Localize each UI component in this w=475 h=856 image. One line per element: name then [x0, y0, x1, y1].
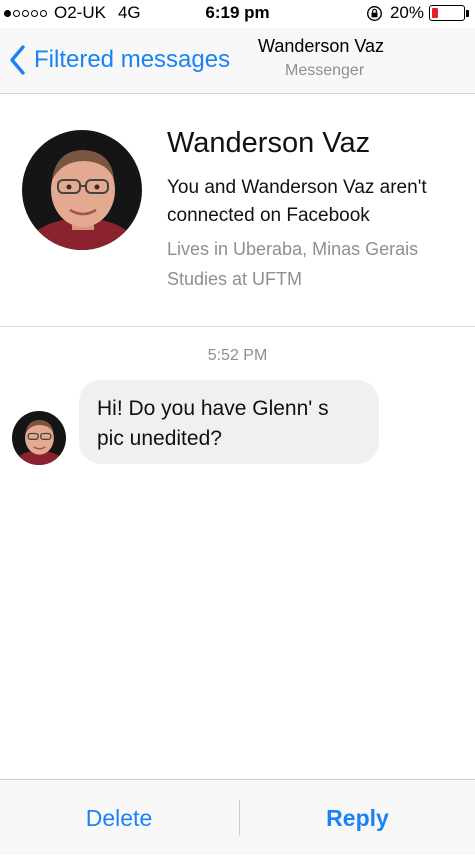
nav-subtitle: Messenger	[285, 62, 365, 79]
back-label: Filtered messages	[34, 46, 231, 73]
delete-button[interactable]: Delete	[0, 780, 238, 856]
location-text: Lives in Uberaba, Minas Gerais	[167, 239, 419, 259]
back-button[interactable]: Filtered messages	[8, 44, 230, 76]
nav-title: Wanderson Vaz	[258, 36, 385, 56]
battery-info: 20%	[366, 3, 469, 23]
bottom-toolbar: Delete Reply	[0, 779, 475, 855]
sender-avatar[interactable]	[12, 411, 66, 465]
message-text-line: Hi! Do you have Glenn' s	[97, 397, 329, 420]
battery-percent: 20%	[389, 3, 424, 22]
status-bar: O2-UK 4G 6:19 pm 20%	[0, 0, 475, 28]
navigation-bar: Filtered messages Wanderson Vaz Messenge…	[0, 28, 475, 94]
chevron-left-icon	[10, 45, 25, 75]
profile-name: Wanderson Vaz	[167, 127, 371, 159]
battery-level	[432, 8, 438, 18]
avatar[interactable]	[22, 130, 142, 250]
message-bubble[interactable]: Hi! Do you have Glenn' s pic unedited?	[79, 380, 379, 464]
education-text: Studies at UFTM	[167, 269, 303, 289]
battery-icon	[429, 5, 465, 21]
message-timestamp: 5:52 PM	[207, 347, 268, 364]
message-text-line: pic unedited?	[97, 427, 222, 450]
reply-button[interactable]: Reply	[240, 780, 475, 856]
profile-details: Lives in Uberaba, Minas Gerais Studies a…	[167, 234, 418, 294]
rotation-lock-icon	[366, 5, 382, 21]
profile-header: Wanderson Vaz You and Wanderson Vaz aren…	[0, 94, 475, 327]
connection-status: You and Wanderson Vaz aren't connected o…	[167, 177, 427, 226]
